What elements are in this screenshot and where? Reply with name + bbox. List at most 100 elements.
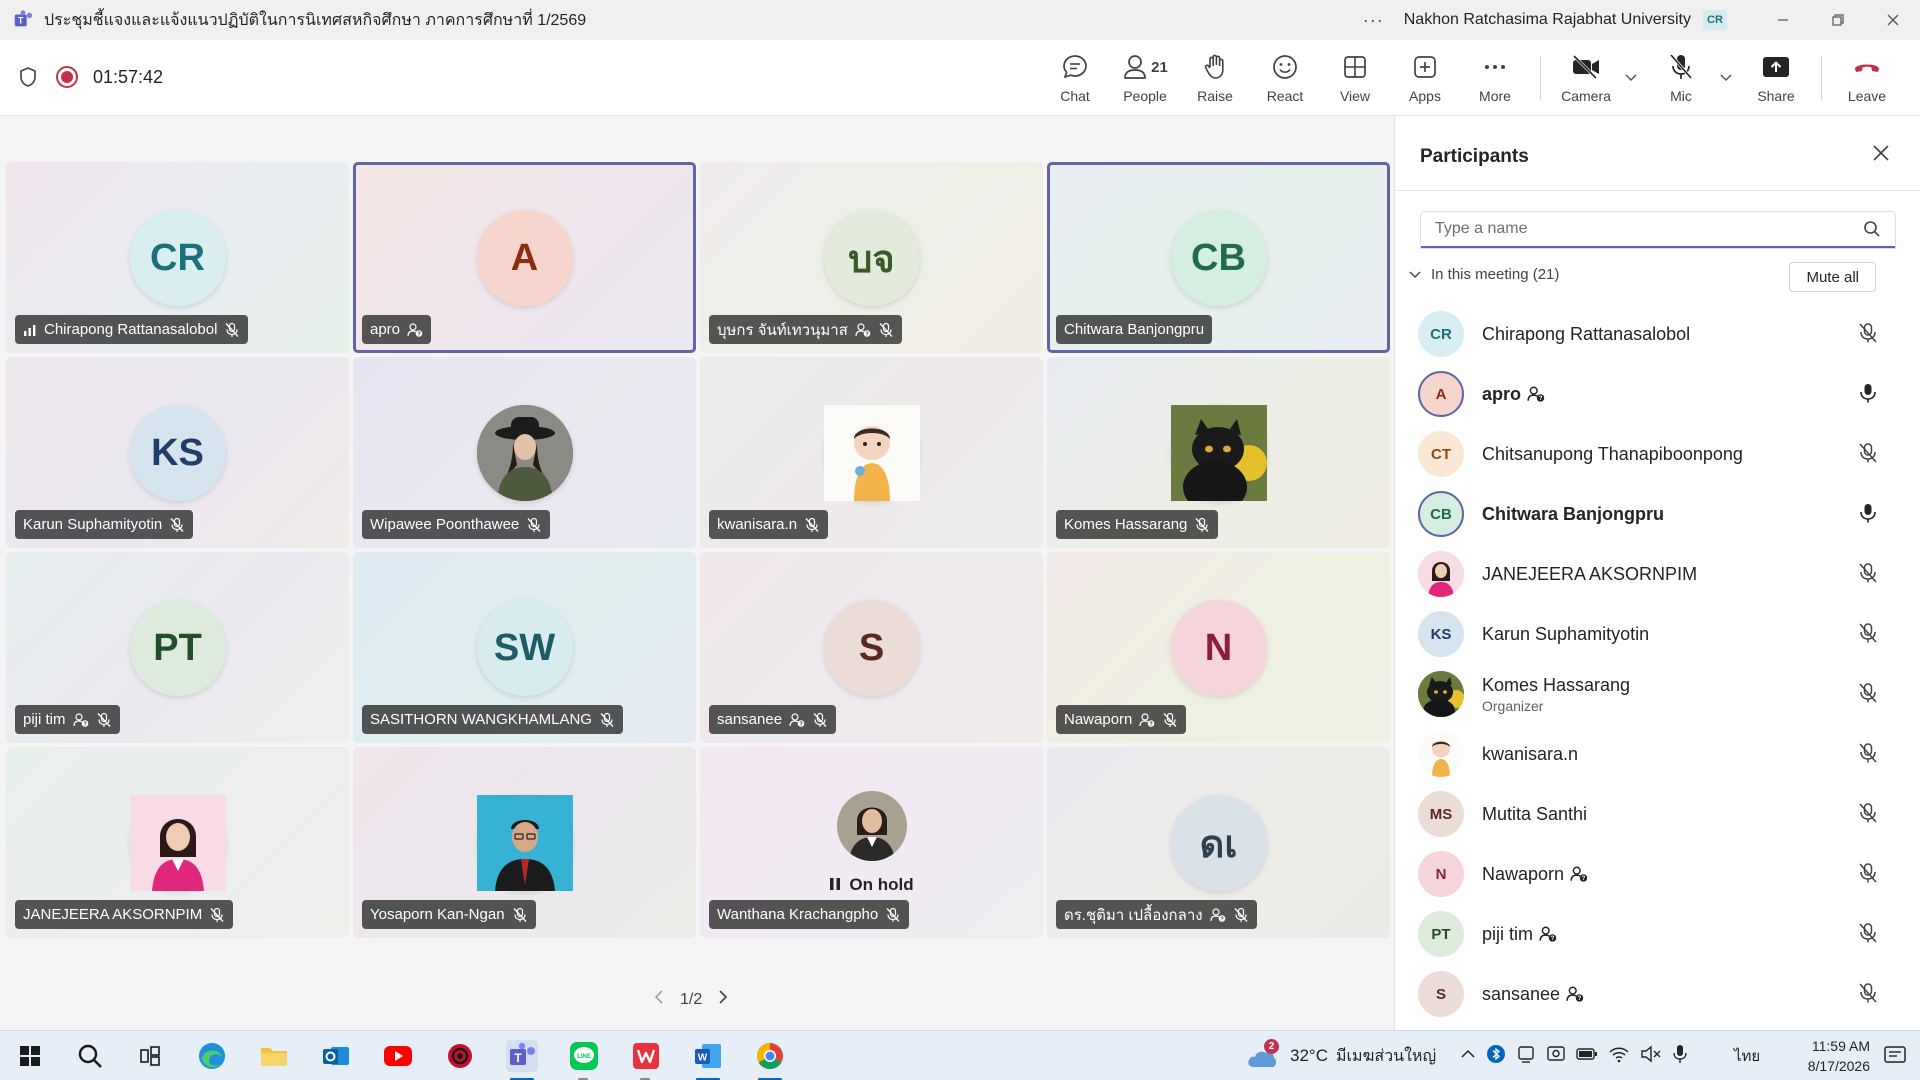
notifications-button[interactable] [1884,1031,1906,1080]
participant-tile[interactable]: Yosaporn Kan-Ngan [353,747,696,938]
search-icon[interactable] [1863,220,1881,238]
mic-off-icon[interactable] [1857,682,1879,709]
apps-button[interactable]: Apps [1390,52,1460,104]
file-explorer-button[interactable] [258,1040,290,1072]
raise-hand-button[interactable]: Raise [1180,52,1250,104]
list-item[interactable]: JANEJEERA AKSORNPIM [1395,544,1920,604]
input-language[interactable]: ไทย [1734,1031,1760,1080]
people-button[interactable]: 21 People [1110,52,1180,123]
mic-off-icon[interactable] [1857,622,1879,649]
list-item[interactable]: CR Chirapong Rattanasalobol [1395,304,1920,364]
participant-tile[interactable]: Komes Hassarang [1047,357,1390,548]
participant-tile[interactable]: KS Karun Suphamityotin [6,357,349,548]
word-app-button[interactable]: W [692,1040,724,1072]
participant-tile[interactable]: Wipawee Poonthawee [353,357,696,548]
participant-tile[interactable]: N Nawaporn ? [1047,552,1390,743]
participant-tile[interactable]: CR Chirapong Rattanasalobol [6,162,349,353]
minimize-button[interactable] [1755,0,1810,40]
organization-name[interactable]: Nakhon Ratchasima Rajabhat University [1404,11,1691,29]
wps-app-button[interactable] [630,1040,662,1072]
camera-button[interactable]: Camera [1551,52,1621,104]
previous-page-chevron-icon[interactable] [654,989,664,1010]
close-window-button[interactable] [1865,0,1920,40]
task-view-button[interactable] [134,1040,166,1072]
chat-button[interactable]: Chat [1040,52,1110,104]
share-button[interactable]: Share [1741,52,1811,104]
vpn-icon[interactable] [1516,1044,1536,1069]
mic-options-chevron-icon[interactable] [1719,70,1733,86]
avatar: S [1418,971,1464,1017]
mic-off-icon[interactable] [1857,442,1879,469]
mic-button[interactable]: Mic [1646,52,1716,104]
list-item[interactable]: N Nawaporn? [1395,844,1920,904]
outlook-app-button[interactable] [320,1040,352,1072]
list-item[interactable]: kwanisara.n [1395,724,1920,784]
youtube-app-button[interactable] [382,1040,414,1072]
in-meeting-section-toggle[interactable]: In this meeting (21) [1409,266,1559,283]
participant-tile[interactable]: JANEJEERA AKSORNPIM [6,747,349,938]
edge-app-button[interactable] [196,1040,228,1072]
avatar-photo [1170,405,1267,501]
mic-on-icon[interactable] [1857,502,1879,529]
wifi-icon[interactable] [1608,1045,1630,1068]
teams-app-button[interactable]: T [506,1040,538,1072]
list-item[interactable]: MS Mutita Santhi [1395,784,1920,844]
participant-tile[interactable]: S sansanee ? [700,552,1043,743]
recording-indicator-icon[interactable] [56,66,78,88]
webcam-icon[interactable] [1546,1044,1566,1069]
speaker-muted-icon[interactable] [1640,1045,1662,1068]
list-item[interactable]: CT Chitsanupong Thanapiboonpong [1395,424,1920,484]
react-button[interactable]: React [1250,52,1320,104]
participant-tile[interactable]: On hold Wanthana Krachangpho [700,747,1043,938]
list-item[interactable]: CB Chitwara Banjongpru [1395,484,1920,544]
security-app-button[interactable] [444,1040,476,1072]
next-page-chevron-icon[interactable] [718,989,728,1010]
mic-off-icon[interactable] [1857,982,1879,1009]
microphone-icon[interactable] [1672,1044,1688,1069]
mic-on-icon[interactable] [1857,382,1879,409]
more-options-button[interactable]: ··· [1363,10,1384,31]
mic-off-icon[interactable] [1857,802,1879,829]
participant-tile[interactable]: kwanisara.n [700,357,1043,548]
mic-off-icon[interactable] [1857,862,1879,889]
mic-off-icon[interactable] [1857,742,1879,769]
view-button[interactable]: View [1320,52,1390,104]
list-item[interactable]: S sansanee? [1395,964,1920,1024]
participant-tile[interactable]: ดเ ดร.ชุติมา เปลื้องกลาง ? [1047,747,1390,938]
chevron-up-icon[interactable] [1460,1047,1476,1065]
list-item[interactable]: A apro? [1395,364,1920,424]
start-button[interactable] [14,1040,46,1072]
participant-tile[interactable]: บจ บุษกร จันท์เทวนุมาส ? [700,162,1043,353]
participant-tile[interactable]: PT piji tim ? [6,552,349,743]
close-panel-button[interactable] [1872,142,1890,168]
mic-off-icon[interactable] [1857,922,1879,949]
search-box[interactable] [1421,212,1895,248]
participant-tile[interactable]: A apro ? [353,162,696,353]
more-actions-button[interactable]: More [1460,52,1530,104]
search-taskbar-button[interactable] [74,1040,106,1072]
list-item[interactable]: PT piji tim? [1395,904,1920,964]
clock[interactable]: 11:59 AM 8/17/2026 [1808,1036,1870,1076]
list-item[interactable]: Komes Hassarang Organizer [1395,664,1920,724]
shield-icon[interactable] [18,66,38,88]
person-photo-icon [476,795,573,891]
line-app-button[interactable]: LINE [568,1040,600,1072]
more-label: More [1479,88,1511,104]
list-item[interactable]: KS Karun Suphamityotin [1395,604,1920,664]
mic-off-icon[interactable] [1857,562,1879,589]
restore-button[interactable] [1810,0,1865,40]
participant-tile[interactable]: CB Chitwara Banjongpru [1047,162,1390,353]
mute-all-button[interactable]: Mute all [1789,262,1876,292]
search-input[interactable] [1435,220,1863,238]
camera-options-chevron-icon[interactable] [1624,70,1638,86]
bluetooth-icon[interactable] [1486,1044,1506,1069]
user-avatar[interactable]: CR [1703,10,1727,30]
weather-widget[interactable]: 2 32°C มีเมฆส่วนใหญ่ [1246,1031,1436,1080]
avatar: CR [1418,311,1464,357]
guest-icon: ? [1209,907,1225,922]
participant-tile[interactable]: SW SASITHORN WANGKHAMLANG [353,552,696,743]
battery-icon[interactable] [1576,1047,1598,1066]
mic-off-icon[interactable] [1857,322,1879,349]
leave-button[interactable]: Leave [1832,52,1902,104]
chrome-app-button[interactable] [754,1040,786,1072]
